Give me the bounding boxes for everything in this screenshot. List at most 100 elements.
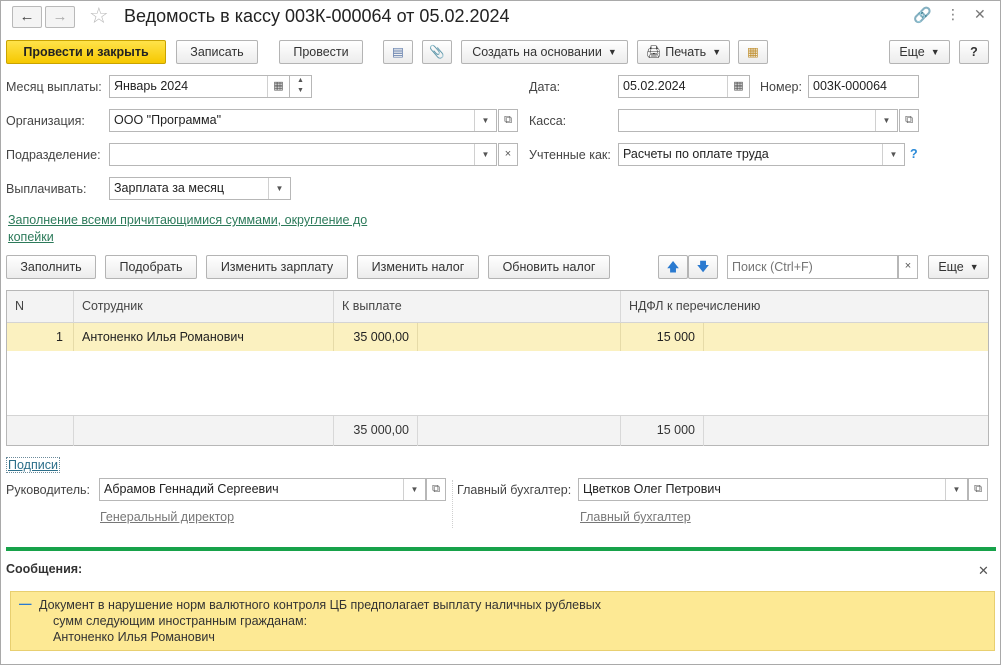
arrow-up-icon: 🡅 [666, 260, 680, 274]
cashbox-field[interactable]: ▼ [618, 109, 898, 132]
print-label: Печать [665, 45, 707, 59]
table-more-button[interactable]: Еще ▼ [928, 255, 989, 279]
accounted-as-field[interactable]: Расчеты по оплате труда ▼ [618, 143, 905, 166]
create-based-on-button[interactable]: Создать на основании ▼ [461, 40, 628, 64]
attached-files-button[interactable]: ▦ [738, 40, 768, 64]
move-up-button[interactable]: 🡅 [658, 255, 688, 279]
message-collapse-icon[interactable]: — [19, 597, 32, 611]
date-field[interactable]: 05.02.2024 ▦ [618, 75, 750, 98]
accountant-position-link[interactable]: Главный бухгалтер [580, 510, 691, 524]
pay-field[interactable]: Зарплата за месяц ▼ [109, 177, 291, 200]
department-label: Подразделение: [6, 148, 101, 162]
dropdown-arrow-icon[interactable]: ▼ [875, 110, 897, 131]
message-item[interactable]: — Документ в нарушение норм валютного ко… [10, 591, 995, 651]
calendar-icon[interactable]: ▦ [727, 76, 749, 97]
organization-field[interactable]: ООО "Программа" ▼ [109, 109, 497, 132]
search-input[interactable] [727, 255, 898, 279]
dropdown-arrow-icon[interactable]: ▼ [403, 479, 425, 500]
column-header-employee[interactable]: Сотрудник [74, 291, 334, 323]
open-cashbox-button[interactable]: ⧉ [899, 109, 919, 132]
back-button[interactable]: ← [12, 6, 42, 28]
row-amount: 35 000,00 [334, 323, 418, 351]
department-field[interactable]: ▼ [109, 143, 497, 166]
head-value: Абрамов Геннадий Сергеевич [104, 482, 279, 496]
report-button[interactable]: ▤ [383, 40, 413, 64]
open-organization-button[interactable]: ⧉ [498, 109, 518, 132]
move-down-button[interactable]: 🡇 [688, 255, 718, 279]
save-button[interactable]: Записать [176, 40, 258, 64]
change-tax-button[interactable]: Изменить налог [357, 255, 479, 279]
window-title: Ведомость в кассу 003К-000064 от 05.02.2… [124, 6, 510, 26]
chevron-up-icon[interactable]: ▲ [290, 76, 311, 86]
open-accountant-button[interactable]: ⧉ [968, 478, 988, 501]
dropdown-arrow-icon[interactable]: ▼ [474, 144, 496, 165]
caret-down-icon: ▼ [969, 262, 979, 272]
signatures-link[interactable]: Подписи [6, 457, 60, 473]
head-position-link[interactable]: Генеральный директор [100, 510, 234, 524]
open-window-icon: ⧉ [974, 483, 982, 495]
pay-value: Зарплата за месяц [114, 181, 225, 195]
clear-search-button[interactable]: × [898, 255, 918, 279]
close-messages-icon[interactable]: ✕ [978, 563, 989, 579]
table-row[interactable]: 1 Антоненко Илья Романович 35 000,00 15 … [7, 323, 988, 351]
arrow-down-icon: 🡇 [696, 260, 710, 274]
change-salary-button[interactable]: Изменить зарплату [206, 255, 348, 279]
fill-mode-link[interactable]: Заполнение всеми причитающимися суммами,… [8, 213, 367, 227]
payment-month-field[interactable]: Январь 2024 ▦ [109, 75, 290, 98]
post-and-close-button[interactable]: Провести и закрыть [6, 40, 166, 64]
favorite-star-icon[interactable]: ☆ [89, 3, 109, 29]
accountant-value: Цветков Олег Петрович [583, 482, 721, 496]
post-button[interactable]: Провести [279, 40, 363, 64]
link-icon[interactable]: 🔗 [913, 6, 932, 24]
footer-total-tax: 15 000 [621, 416, 704, 446]
calendar-icon[interactable]: ▦ [267, 76, 289, 97]
more-menu-icon[interactable]: ⋮ [946, 6, 960, 23]
document-list-icon: ▤ [392, 45, 404, 59]
accountant-field[interactable]: Цветков Олег Петрович ▼ [578, 478, 968, 501]
caret-down-icon: ▼ [712, 47, 722, 57]
messages-title: Сообщения: [6, 562, 83, 576]
paperclip-icon: 📎 [429, 45, 445, 59]
clear-department-button[interactable]: × [498, 143, 518, 166]
dropdown-arrow-icon[interactable]: ▼ [945, 479, 967, 500]
number-field[interactable]: 003К-000064 [808, 75, 919, 98]
forward-button[interactable]: → [45, 6, 75, 28]
open-window-icon: ⧉ [432, 483, 440, 495]
head-field[interactable]: Абрамов Геннадий Сергеевич ▼ [99, 478, 426, 501]
organization-value: ООО "Программа" [114, 113, 222, 127]
column-header-n[interactable]: N [7, 291, 74, 323]
arrow-left-icon: ← [19, 8, 35, 25]
accountant-label: Главный бухгалтер: [457, 483, 572, 497]
row-amount-spacer [418, 323, 621, 351]
chevron-down-icon[interactable]: ▼ [290, 86, 311, 96]
table-footer: 35 000,00 15 000 [7, 415, 988, 446]
dropdown-arrow-icon[interactable]: ▼ [882, 144, 904, 165]
payment-month-value: Январь 2024 [114, 79, 189, 93]
fill-button[interactable]: Заполнить [6, 255, 96, 279]
caret-down-icon: ▼ [930, 47, 940, 57]
more-button[interactable]: Еще ▼ [889, 40, 950, 64]
close-icon[interactable]: ✕ [974, 6, 986, 23]
message-line-1: Документ в нарушение норм валютного конт… [39, 598, 602, 612]
help-question-icon[interactable]: ? [910, 147, 918, 161]
message-line-3: Антоненко Илья Романович [53, 630, 215, 644]
attach-button[interactable]: 📎 [422, 40, 452, 64]
print-button[interactable]: 🖨 Печать ▼ [637, 40, 730, 64]
help-button[interactable]: ? [959, 40, 989, 64]
accounted-as-label: Учтенные как: [529, 148, 611, 162]
update-tax-button[interactable]: Обновить налог [488, 255, 610, 279]
month-stepper[interactable]: ▲ ▼ [290, 75, 312, 98]
arrow-right-icon: → [52, 8, 68, 25]
messages-separator[interactable] [6, 547, 996, 551]
employees-table[interactable]: N Сотрудник К выплате НДФЛ к перечислени… [6, 290, 989, 446]
column-header-amount[interactable]: К выплате [334, 291, 621, 323]
date-value: 05.02.2024 [623, 79, 686, 93]
pick-button[interactable]: Подобрать [105, 255, 197, 279]
dropdown-arrow-icon[interactable]: ▼ [268, 178, 290, 199]
open-head-button[interactable]: ⧉ [426, 478, 446, 501]
date-label: Дата: [529, 80, 561, 94]
fill-mode-link-continued[interactable]: копейки [8, 230, 54, 244]
open-window-icon: ⧉ [905, 114, 913, 126]
column-header-tax[interactable]: НДФЛ к перечислению [621, 291, 988, 323]
dropdown-arrow-icon[interactable]: ▼ [474, 110, 496, 131]
